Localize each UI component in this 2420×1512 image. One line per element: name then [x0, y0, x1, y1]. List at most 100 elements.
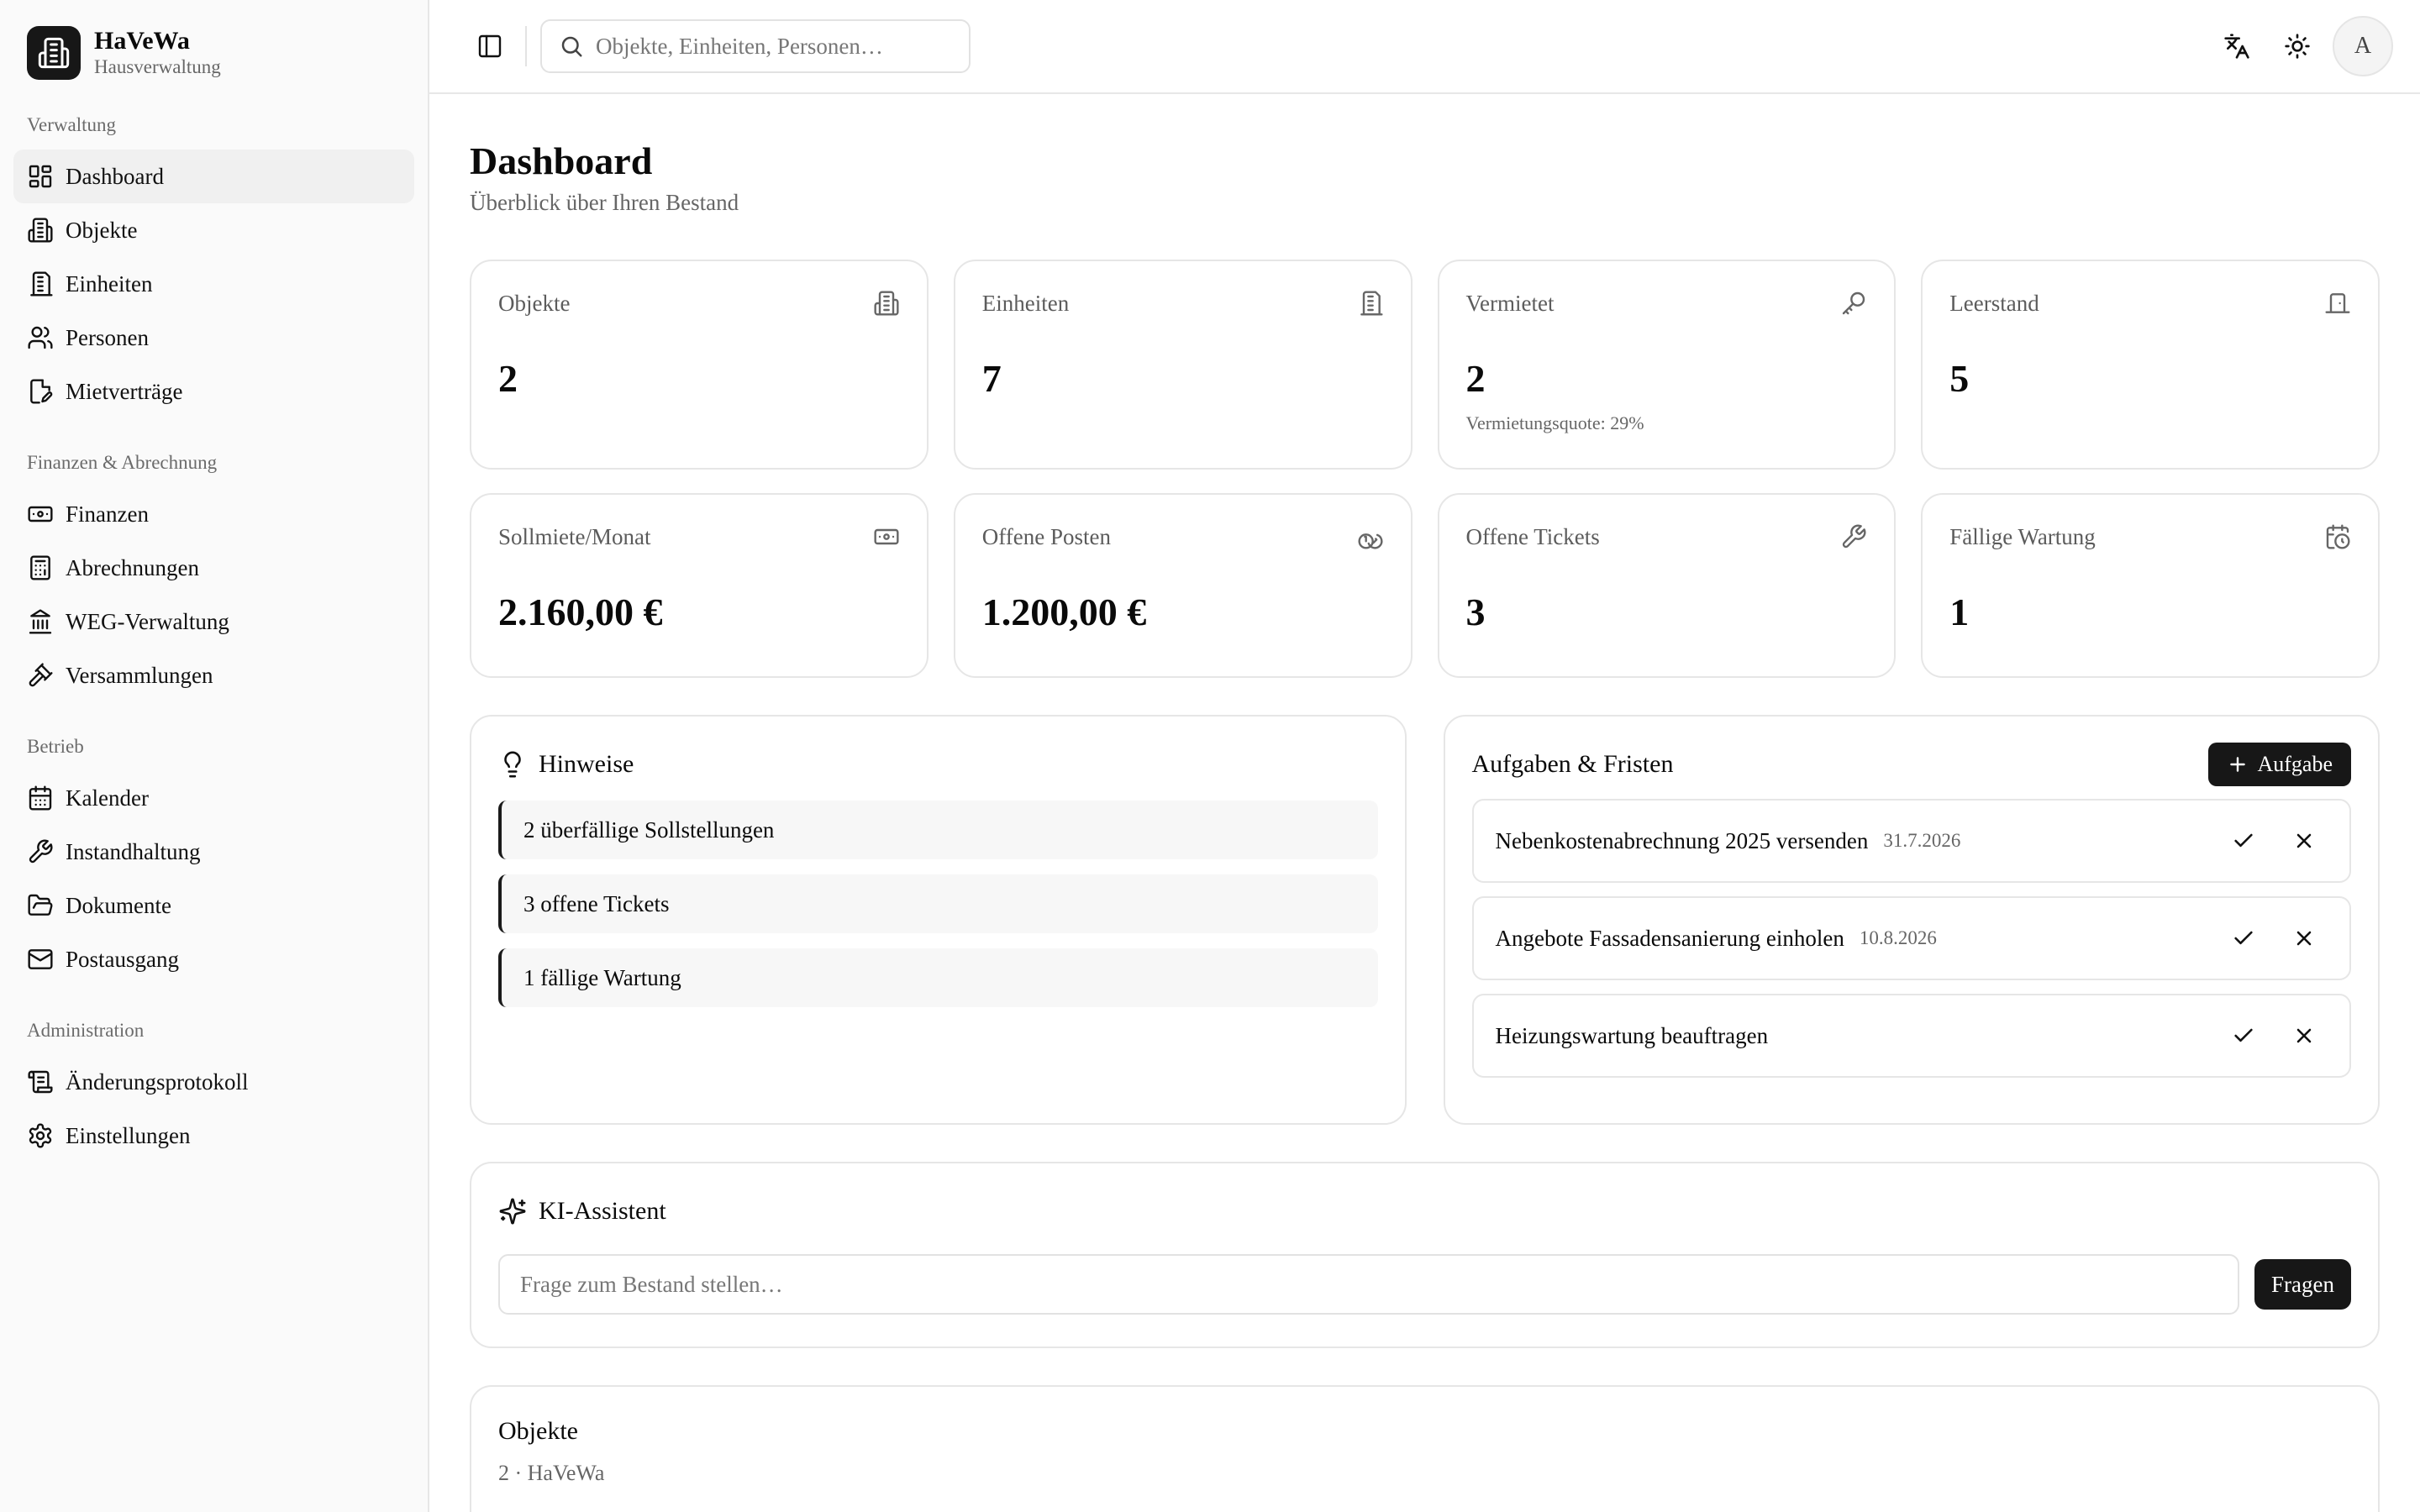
check-icon: [2234, 833, 2253, 848]
sidebar-item-mietvertraege[interactable]: Mietverträge: [13, 365, 414, 418]
topbar: A: [429, 0, 2420, 94]
task-title: Angebote Fassadensanierung einholen: [1495, 925, 1844, 951]
plus-icon: [2230, 757, 2246, 772]
sidebar-item-abrechnungen[interactable]: Abrechnungen: [13, 541, 414, 595]
stat-value: 2: [1465, 357, 1486, 400]
sidebar-item-finanzen[interactable]: Finanzen: [13, 487, 414, 541]
units-icon: [1360, 291, 1383, 316]
calendar-clock-icon: [2326, 524, 2350, 549]
stat-value: 5: [1949, 357, 1970, 400]
users-icon: [28, 326, 53, 349]
ai-question-input[interactable]: [498, 1254, 2240, 1315]
task-item[interactable]: Nebenkostenabrechnung 2025 versenden 31.…: [1471, 799, 2351, 883]
sidebar-item-personen[interactable]: Personen: [13, 311, 414, 365]
stat-label: Offene Tickets: [1465, 523, 1600, 549]
nav-group-finanzen: Finanzen & Abrechnung Finanzen Abrechnun…: [13, 449, 414, 702]
user-avatar[interactable]: A: [2333, 16, 2393, 76]
nav-group-label: Verwaltung: [27, 114, 117, 135]
nav-group-administration: Administration Änderungsprotokoll Einste…: [13, 1016, 414, 1163]
sidebar-item-label: Änderungsprotokoll: [66, 1068, 249, 1095]
close-icon: [2296, 1028, 2312, 1043]
ask-button[interactable]: Fragen: [2254, 1259, 2351, 1310]
sidebar-item-versammlungen[interactable]: Versammlungen: [13, 648, 414, 702]
occupancy-rate: Vermietungsquote: 29%: [1465, 412, 1644, 433]
stat-value: 2.160,00 €: [498, 591, 663, 633]
stat-value: 1.200,00 €: [981, 591, 1147, 633]
check-icon: [2234, 931, 2253, 945]
sidebar-item-label: Dashboard: [66, 163, 164, 189]
nav-group-label: Administration: [27, 1020, 145, 1041]
sidebar-item-label: Instandhaltung: [66, 838, 201, 864]
sun-icon: [2285, 34, 2310, 59]
complete-task-button[interactable]: [2220, 915, 2267, 962]
sidebar-item-einstellungen[interactable]: Einstellungen: [13, 1109, 414, 1163]
task-item[interactable]: Angebote Fassadensanierung einholen 10.8…: [1471, 896, 2351, 980]
page-title: Dashboard: [470, 139, 653, 182]
stat-label: Leerstand: [1949, 290, 2039, 316]
stat-value: 3: [1465, 591, 1486, 633]
stat-card-offene-tickets: Offene Tickets 3: [1437, 493, 1897, 678]
delete-task-button[interactable]: [2281, 1012, 2328, 1059]
sidebar-item-label: Abrechnungen: [66, 554, 199, 580]
sidebar: HaVeWa Hausverwaltung Verwaltung Dashboa…: [0, 0, 429, 1512]
units-icon: [30, 271, 53, 297]
hint-item[interactable]: 1 fällige Wartung: [498, 948, 1378, 1007]
sidebar-item-label: Einstellungen: [66, 1122, 191, 1148]
sidebar-item-label: Mietverträge: [66, 378, 183, 404]
theme-toggle-button[interactable]: [2267, 16, 2328, 76]
landmark-icon: [29, 609, 52, 634]
sidebar-item-label: WEG-Verwaltung: [66, 608, 229, 634]
stat-value: 1: [1949, 591, 1970, 633]
brand-subtitle: Hausverwaltung: [94, 56, 221, 77]
sidebar-item-dokumente[interactable]: Dokumente: [13, 879, 414, 932]
banknote-icon: [874, 528, 899, 545]
search-box[interactable]: [540, 19, 971, 73]
language-button[interactable]: [2207, 16, 2267, 76]
panel-left-icon: [478, 34, 502, 58]
search-input[interactable]: [596, 33, 949, 60]
hint-item[interactable]: 3 offene Tickets: [498, 874, 1378, 933]
stat-card-faellige-wartung: Fällige Wartung 1: [1921, 493, 2380, 678]
stat-card-vermietet: Vermietet 2 Vermietungsquote: 29%: [1437, 260, 1897, 470]
wrench-icon: [1843, 524, 1866, 549]
sidebar-item-label: Postausgang: [66, 946, 179, 972]
task-title: Nebenkostenabrechnung 2025 versenden: [1495, 827, 1869, 853]
sidebar-item-dashboard[interactable]: Dashboard: [13, 150, 414, 203]
sidebar-item-einheiten[interactable]: Einheiten: [13, 257, 414, 311]
stat-label: Fällige Wartung: [1949, 523, 2096, 549]
stat-card-objekte: Objekte 2: [470, 260, 929, 470]
brand[interactable]: HaVeWa Hausverwaltung: [13, 24, 414, 82]
add-task-label: Aufgabe: [2257, 752, 2333, 776]
complete-task-button[interactable]: [2220, 817, 2267, 864]
contract-icon: [30, 379, 53, 404]
building-icon: [874, 291, 899, 316]
stat-card-sollmiete: Sollmiete/Monat 2.160,00 €: [470, 493, 929, 678]
sidebar-item-objekte[interactable]: Objekte: [13, 203, 414, 257]
sidebar-toggle-button[interactable]: [460, 16, 520, 76]
nav-group-verwaltung: Verwaltung Dashboard Objekte Einheiten P…: [13, 111, 414, 418]
main-area: A Dashboard Überblick über Ihren Bestand…: [429, 0, 2420, 1512]
sidebar-item-aenderungsprotokoll[interactable]: Änderungsprotokoll: [13, 1055, 414, 1109]
gear-icon: [29, 1123, 52, 1148]
scroll-icon: [28, 1070, 53, 1094]
gavel-icon: [29, 663, 53, 687]
calendar-icon: [29, 785, 52, 811]
sidebar-item-weg-verwaltung[interactable]: WEG-Verwaltung: [13, 595, 414, 648]
sidebar-item-postausgang[interactable]: Postausgang: [13, 932, 414, 986]
sidebar-item-label: Finanzen: [66, 501, 149, 527]
sidebar-item-label: Objekte: [66, 217, 138, 243]
delete-task-button[interactable]: [2281, 817, 2328, 864]
nav-group-label: Betrieb: [27, 736, 84, 757]
delete-task-button[interactable]: [2281, 915, 2328, 962]
sidebar-item-instandhaltung[interactable]: Instandhaltung: [13, 825, 414, 879]
mail-icon: [28, 949, 53, 969]
wrench-icon: [29, 839, 53, 864]
sidebar-item-kalender[interactable]: Kalender: [13, 771, 414, 825]
task-item[interactable]: Heizungswartung beauftragen: [1471, 994, 2351, 1078]
sidebar-item-label: Kalender: [66, 785, 149, 811]
dashboard-icon: [29, 165, 52, 188]
complete-task-button[interactable]: [2220, 1012, 2267, 1059]
stat-value: 7: [981, 357, 1002, 400]
hint-item[interactable]: 2 überfällige Sollstellungen: [498, 801, 1378, 859]
add-task-button[interactable]: Aufgabe: [2208, 743, 2351, 786]
